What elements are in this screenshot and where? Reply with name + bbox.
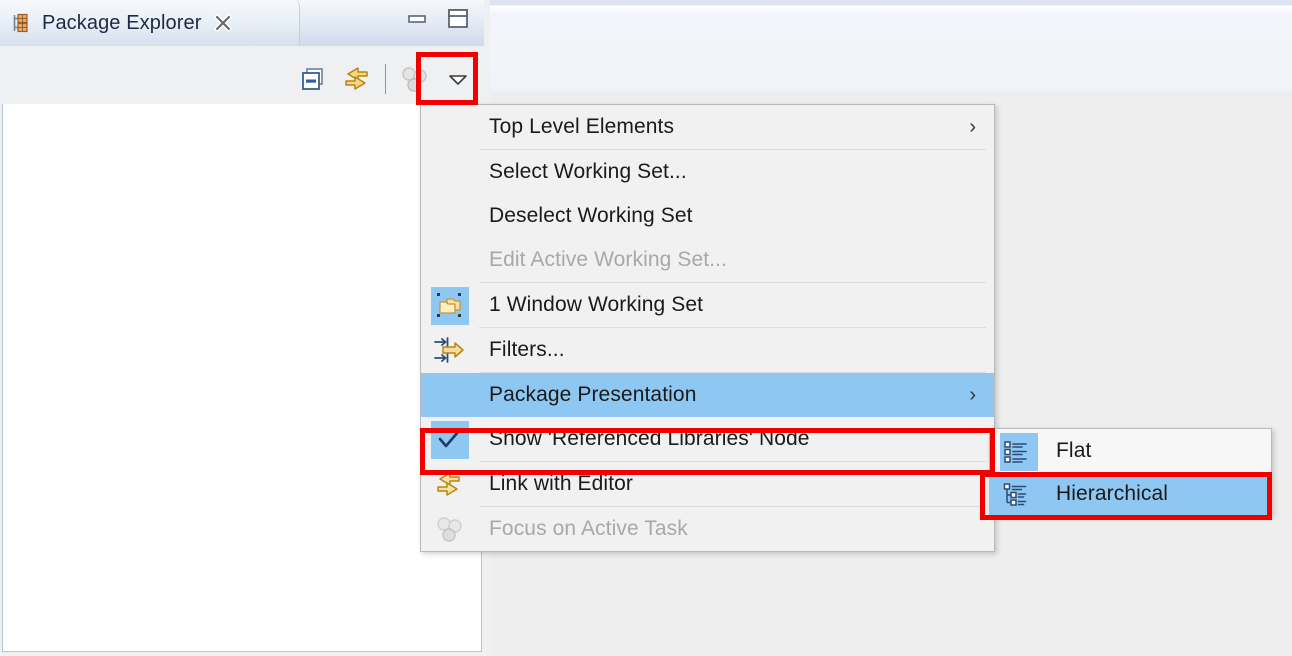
package-presentation-submenu: Flat Hierarchical	[989, 428, 1272, 516]
menu-icon-slot	[421, 105, 477, 149]
menu-item-label: Show 'Referenced Libraries' Node	[489, 427, 810, 450]
submenu-item-label: Flat	[1056, 438, 1092, 462]
collapse-all-icon[interactable]	[291, 57, 335, 101]
menu-icon-slot	[421, 150, 477, 194]
menu-item-filters[interactable]: Filters...	[421, 328, 994, 372]
submenu-item-hierarchical[interactable]: Hierarchical	[990, 472, 1271, 515]
menu-item-label: Focus on Active Task	[489, 517, 688, 540]
menu-item-top-level-elements[interactable]: Top Level Elements ›	[421, 105, 994, 149]
menu-item-label: Link with Editor	[489, 472, 633, 495]
menu-item-label: Edit Active Working Set...	[489, 248, 727, 271]
filters-icon	[421, 328, 477, 372]
view-toolbar	[291, 55, 480, 103]
chevron-right-icon: ›	[969, 116, 976, 138]
submenu-item-label: Hierarchical	[1056, 481, 1169, 505]
menu-item-package-presentation[interactable]: Package Presentation ›	[421, 373, 994, 417]
menu-item-label: Select Working Set...	[489, 160, 687, 183]
submenu-item-flat[interactable]: Flat	[990, 429, 1271, 472]
hierarchical-tree-icon	[990, 472, 1042, 515]
menu-item-select-working-set[interactable]: Select Working Set...	[421, 150, 994, 194]
minimize-icon[interactable]	[406, 11, 428, 27]
menu-icon-slot	[421, 238, 477, 282]
menu-item-label: 1 Window Working Set	[489, 293, 704, 316]
view-titlebar: Package Explorer	[0, 0, 484, 46]
menu-item-link-with-editor[interactable]: Link with Editor	[421, 462, 994, 506]
close-x-icon[interactable]	[213, 13, 233, 33]
focus-on-active-task-icon	[392, 57, 436, 101]
tab-package-explorer[interactable]: Package Explorer	[0, 0, 300, 46]
focus-on-active-task-icon	[421, 507, 477, 551]
view-window-buttons	[406, 8, 470, 30]
view-menu-chevron-icon[interactable]	[436, 57, 480, 101]
menu-icon-slot	[421, 194, 477, 238]
link-with-editor-icon	[421, 462, 477, 506]
package-explorer-icon	[12, 12, 34, 34]
chevron-right-icon: ›	[969, 384, 976, 406]
toolbar-separator	[385, 64, 386, 94]
package-explorer-view: Package Explorer	[0, 0, 484, 656]
view-menu: Top Level Elements › Select Working Set.…	[420, 104, 995, 552]
checkmark-icon	[421, 417, 477, 461]
menu-item-label: Filters...	[489, 338, 565, 361]
menu-icon-slot	[421, 373, 477, 417]
maximize-icon[interactable]	[446, 8, 470, 30]
menu-item-focus-on-active-task: Focus on Active Task	[421, 507, 994, 551]
view-title: Package Explorer	[42, 11, 202, 34]
editor-area-top	[490, 0, 1292, 96]
flat-list-icon	[990, 429, 1042, 472]
workbench-background: Package Explorer Top Level Elements › Se…	[0, 0, 1292, 656]
menu-item-label: Package Presentation	[489, 383, 697, 406]
menu-item-1-window-working-set[interactable]: 1 Window Working Set	[421, 283, 994, 327]
menu-item-deselect-working-set[interactable]: Deselect Working Set	[421, 194, 994, 238]
working-set-icon	[421, 283, 477, 327]
link-with-editor-icon[interactable]	[335, 57, 379, 101]
package-explorer-tree-area[interactable]	[2, 104, 482, 652]
menu-item-label: Deselect Working Set	[489, 204, 693, 227]
menu-item-edit-active-working-set: Edit Active Working Set...	[421, 238, 994, 282]
menu-item-label: Top Level Elements	[489, 115, 675, 138]
menu-item-show-referenced-libraries-node[interactable]: Show 'Referenced Libraries' Node	[421, 417, 994, 461]
